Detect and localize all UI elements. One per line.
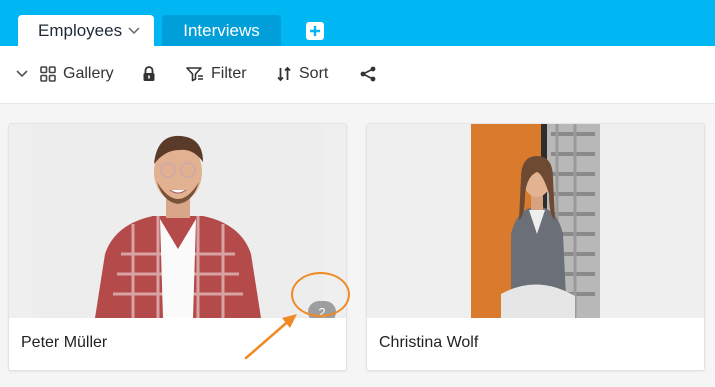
tab-interviews-label: Interviews — [183, 20, 260, 40]
gallery-icon — [40, 66, 56, 82]
filter-label: Filter — [211, 65, 247, 82]
employee-photo[interactable] — [471, 124, 600, 318]
lock-view-button[interactable] — [142, 63, 156, 85]
view-label: Gallery — [63, 65, 114, 82]
employee-photo[interactable] — [33, 124, 323, 318]
add-table-button[interactable] — [306, 22, 324, 40]
sort-button[interactable]: Sort — [276, 63, 328, 85]
toolbar: Gallery Filter Sort — [0, 46, 715, 104]
card-title: Peter Müller — [21, 334, 108, 351]
share-icon — [360, 66, 376, 82]
card-title: Christina Wolf — [379, 334, 479, 351]
chevron-down-icon[interactable] — [128, 26, 140, 35]
share-button[interactable] — [359, 63, 377, 85]
sort-icon — [277, 66, 291, 82]
filter-icon — [186, 67, 203, 82]
plus-icon — [310, 26, 320, 36]
gallery-area: 2 Peter Müller Christina Wolf — [0, 105, 715, 387]
tab-interviews[interactable]: Interviews — [162, 15, 281, 46]
chevron-down-icon — [16, 70, 28, 78]
pointer-arrow-icon — [244, 314, 297, 360]
card-image-area — [367, 124, 704, 318]
gallery-card[interactable]: Christina Wolf — [366, 123, 705, 371]
tab-employees-label: Employees — [38, 20, 123, 40]
sort-label: Sort — [299, 65, 329, 82]
view-selector[interactable]: Gallery — [16, 63, 114, 85]
lock-icon — [143, 66, 155, 81]
tab-bar: Employees Interviews — [0, 0, 715, 46]
tab-employees[interactable]: Employees — [18, 15, 154, 46]
filter-button[interactable]: Filter — [186, 63, 247, 85]
